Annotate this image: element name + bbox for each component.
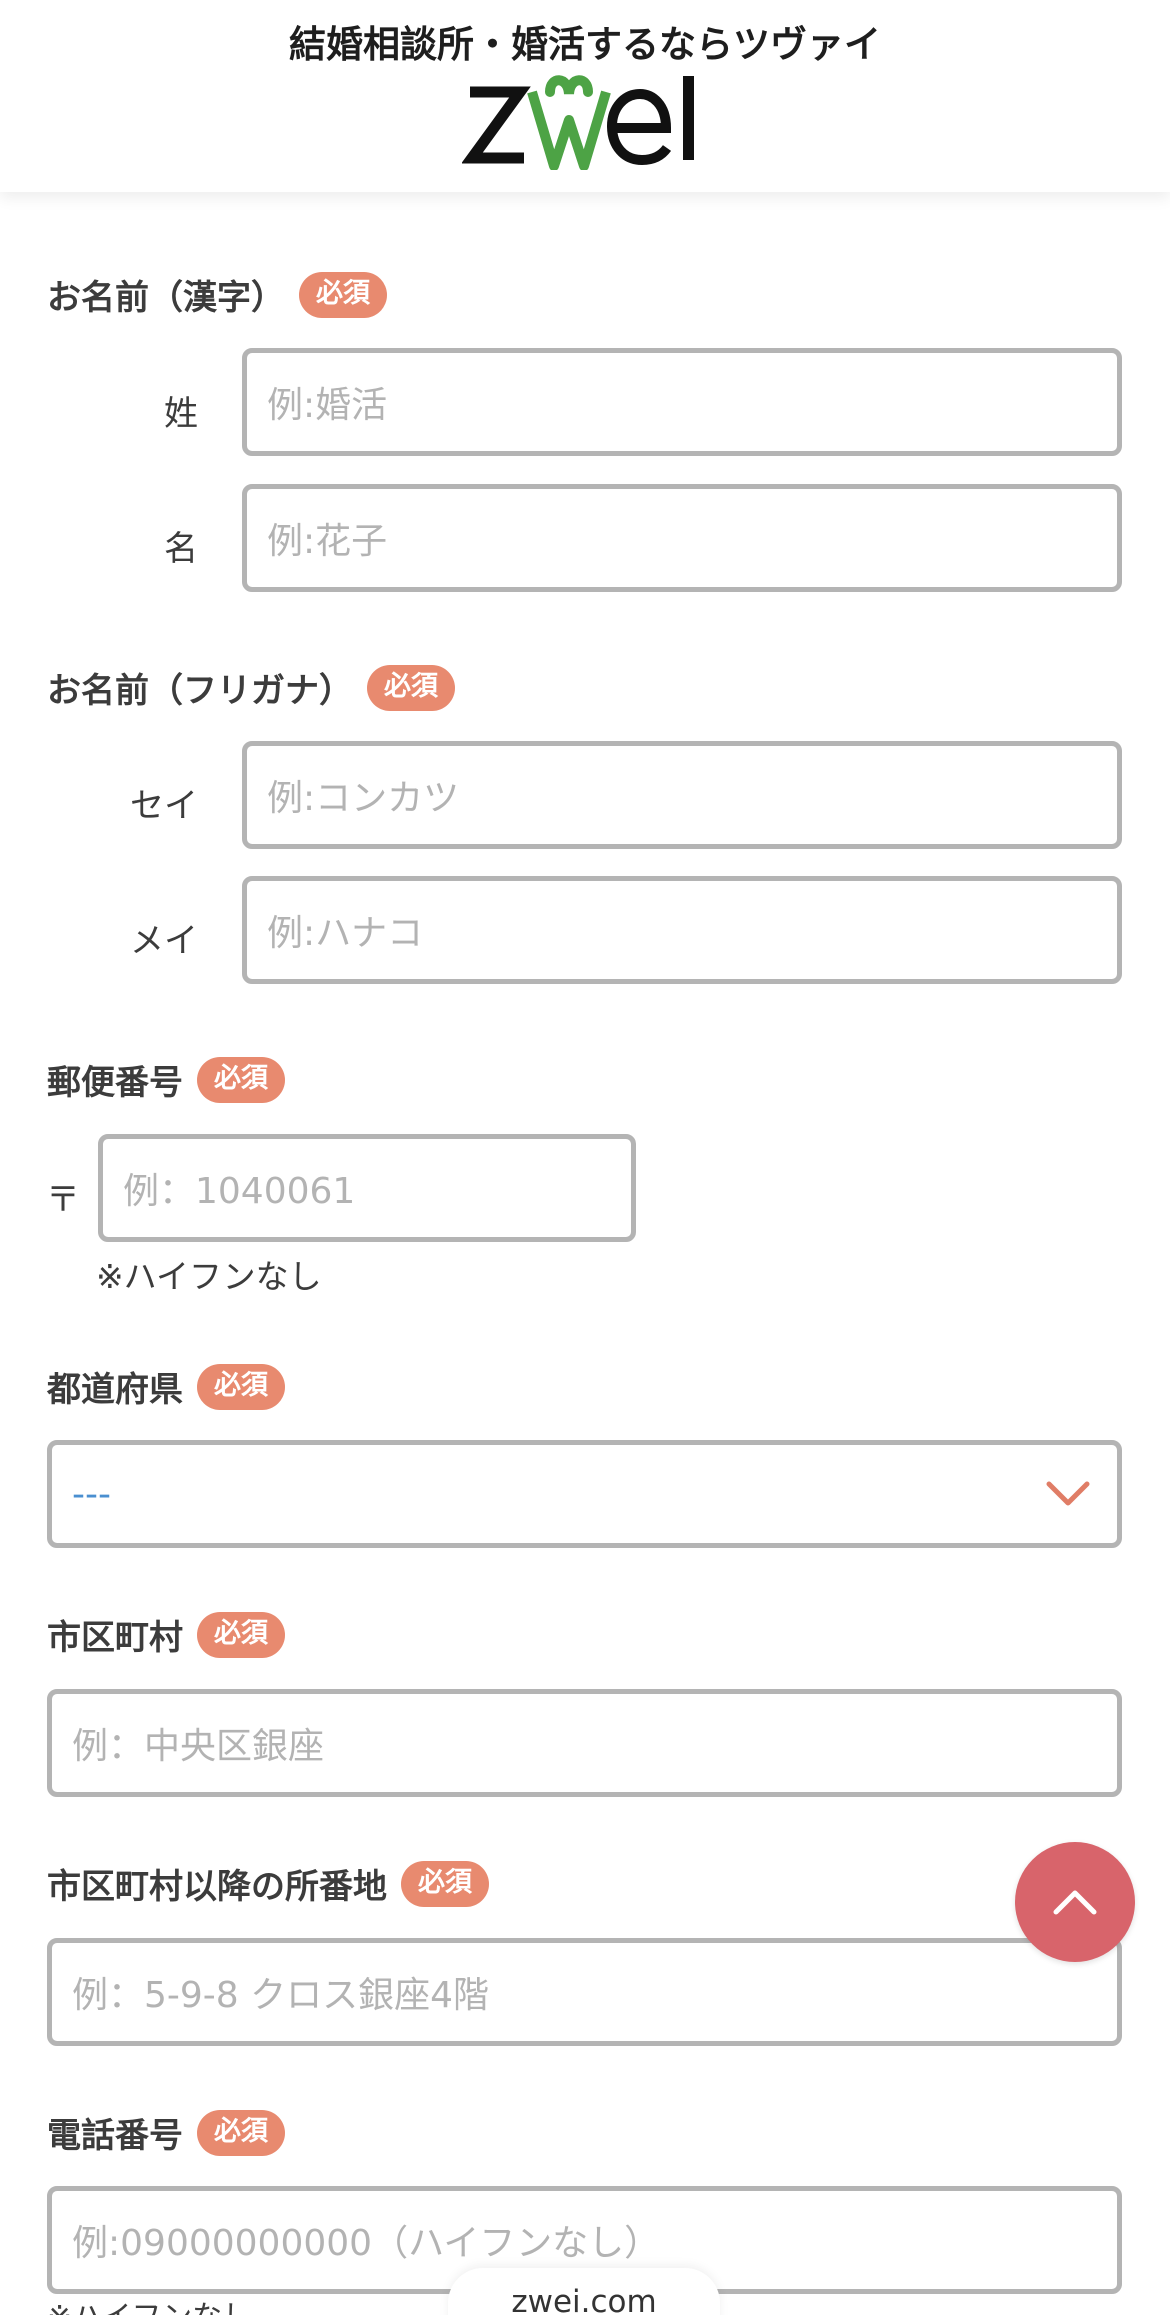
name-kana-label-row: お名前（フリガナ） 必須 (47, 663, 455, 712)
address-label-row: 市区町村以降の所番地 必須 (47, 1859, 489, 1908)
zwei-logo[interactable] (462, 70, 712, 170)
required-badge: 必須 (299, 271, 387, 318)
chevron-down-icon (1046, 1481, 1090, 1506)
first-name-kana-input[interactable]: 例:ハナコ (242, 876, 1122, 984)
postal-label-row: 郵便番号 必須 (47, 1055, 285, 1104)
browser-domain-pill[interactable]: zwei.com (448, 2268, 720, 2315)
last-name-label: 姓 (164, 394, 198, 434)
chevron-up-icon (1053, 1890, 1097, 1915)
required-badge: 必須 (401, 1860, 489, 1907)
postal-note: ※ハイフンなし (96, 1257, 322, 1296)
address-input[interactable]: 例：5-9-8 クロス銀座4階 (47, 1938, 1122, 2046)
phone-note: ※ハイフンなし (47, 2292, 252, 2315)
required-badge: 必須 (367, 664, 455, 711)
phone-label: 電話番号 (47, 2116, 183, 2156)
first-name-kana-label: メイ (130, 921, 198, 961)
name-kanji-label-row: お名前（漢字） 必須 (47, 270, 387, 319)
required-badge: 必須 (197, 1611, 285, 1658)
required-badge: 必須 (197, 1363, 285, 1410)
header-tagline: 結婚相談所・婚活するならツヴァイ (289, 23, 881, 66)
city-input[interactable]: 例：中央区銀座 (47, 1689, 1122, 1797)
required-badge: 必須 (197, 1056, 285, 1103)
postal-label: 郵便番号 (47, 1063, 183, 1103)
city-label: 市区町村 (47, 1618, 183, 1658)
required-badge: 必須 (197, 2109, 285, 2156)
site-header: 結婚相談所・婚活するならツヴァイ (0, 0, 1170, 192)
name-kana-label: お名前（フリガナ） (47, 671, 353, 711)
name-kanji-label: お名前（漢字） (47, 278, 285, 318)
scroll-top-button[interactable] (1015, 1842, 1135, 1962)
postal-mark: 〒 (46, 1180, 80, 1220)
prefecture-select[interactable]: --- (47, 1440, 1122, 1548)
prefecture-selected-value: --- (72, 1473, 111, 1515)
city-label-row: 市区町村 必須 (47, 1610, 285, 1659)
first-name-input[interactable]: 例:花子 (242, 484, 1122, 592)
phone-label-row: 電話番号 必須 (47, 2108, 285, 2157)
last-name-kana-input[interactable]: 例:コンカツ (242, 741, 1122, 849)
first-name-label: 名 (164, 529, 198, 569)
last-name-kana-label: セイ (130, 786, 198, 826)
prefecture-label: 都道府県 (47, 1370, 183, 1410)
prefecture-label-row: 都道府県 必須 (47, 1362, 285, 1411)
last-name-input[interactable]: 例:婚活 (242, 348, 1122, 456)
postal-code-input[interactable]: 例：1040061 (98, 1134, 636, 1242)
address-label: 市区町村以降の所番地 (47, 1867, 387, 1907)
